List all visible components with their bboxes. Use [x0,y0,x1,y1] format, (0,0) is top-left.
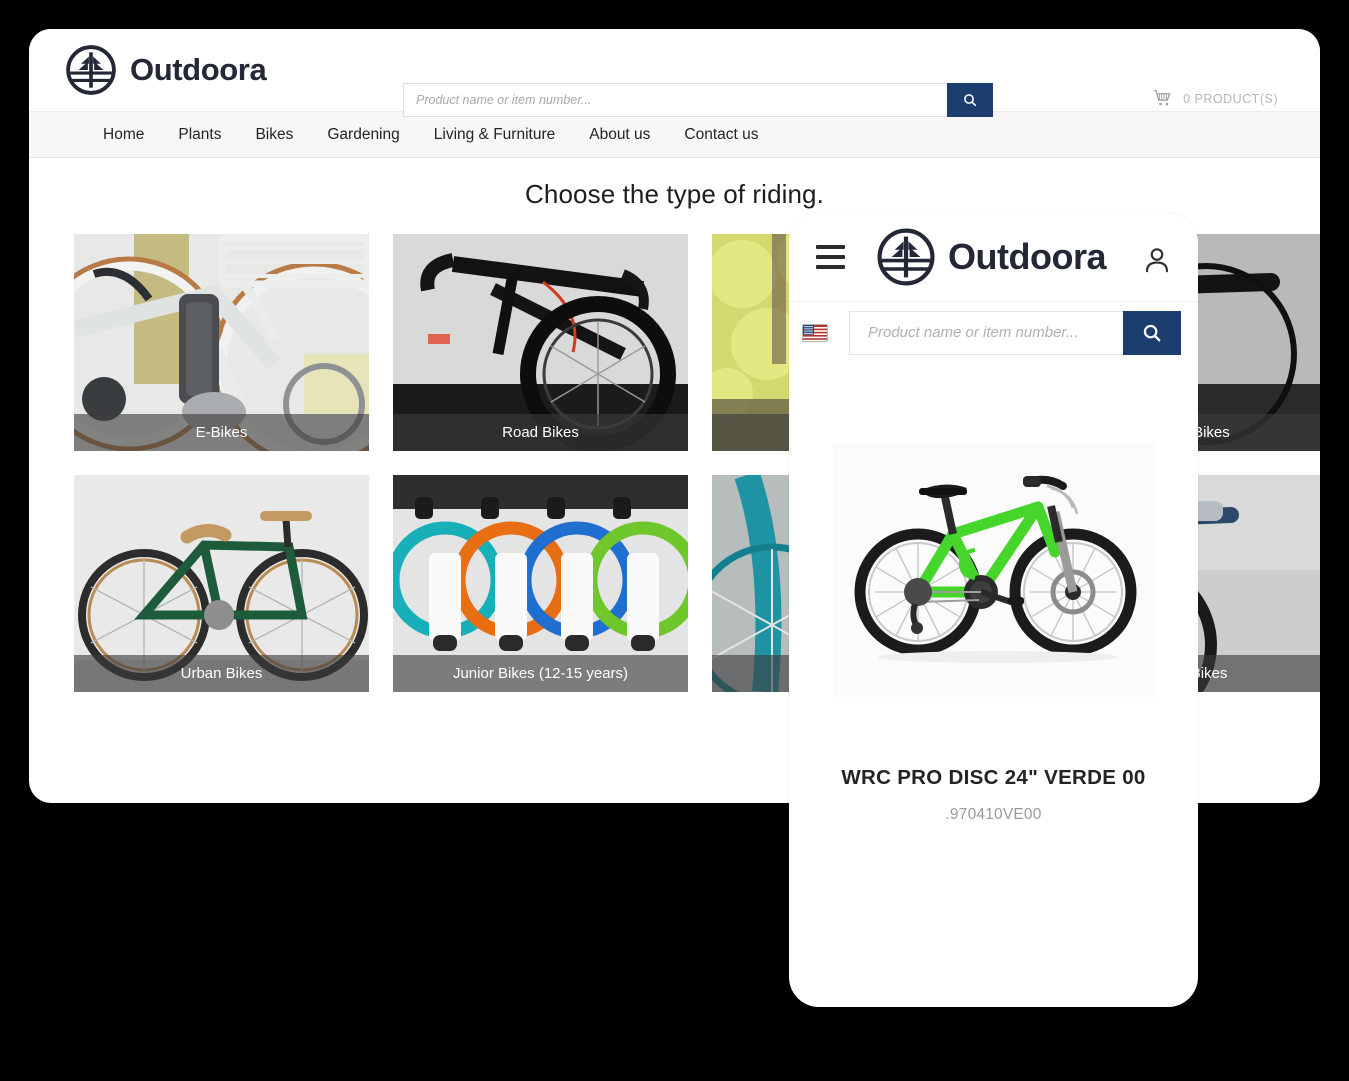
search-input[interactable] [849,310,1123,355]
outdoora-circle-tree-logo-icon [876,227,936,287]
nav-item-living-furniture[interactable]: Living & Furniture [434,126,555,144]
us-flag-icon[interactable] [802,323,828,342]
product-sku: .970410VE00 [945,806,1042,823]
search-button[interactable] [947,83,993,117]
category-card-e-bikes[interactable]: E-Bikes [74,234,369,451]
category-card-junior-bikes[interactable]: Junior Bikes (12-15 years) [393,475,688,692]
search-button[interactable] [1123,310,1181,355]
main-navigation: Home Plants Bikes Gardening Living & Fur… [29,111,1320,158]
user-account-icon[interactable] [1142,245,1172,275]
category-card-road-bikes[interactable]: Road Bikes [393,234,688,451]
nav-item-home[interactable]: Home [103,126,144,144]
category-card-urban-bikes[interactable]: Urban Bikes [74,475,369,692]
hamburger-menu-icon[interactable] [816,245,845,269]
desktop-header: Outdoora 0 PRODUCT(S) [29,29,1320,117]
cart-count-label: 0 PRODUCT(S) [1183,91,1278,106]
category-label: Junior Bikes (12-15 years) [393,655,688,692]
category-label: Road Bikes [393,414,688,451]
shopping-cart-icon [1153,89,1172,108]
nav-item-contact-us[interactable]: Contact us [684,126,758,144]
brand-logo-desktop[interactable]: Outdoora [65,44,267,96]
product-title: WRC PRO DISC 24" VERDE 00 [841,766,1146,789]
mobile-search-row [789,301,1198,363]
mobile-phone-preview: Outdoora Product name or item number... … [789,213,1198,1007]
nav-item-plants[interactable]: Plants [178,126,221,144]
product-image[interactable] [832,442,1155,697]
mobile-product-panel: WRC PRO DISC 24" VERDE 00 .970410VE00 [789,363,1198,824]
category-label: E-Bikes [74,414,369,451]
nav-item-about-us[interactable]: About us [589,126,650,144]
desktop-search-bar [403,83,993,117]
brand-name-desktop: Outdoora [130,52,267,87]
cart-summary[interactable]: 0 PRODUCT(S) [1153,89,1278,108]
mobile-search-bar [849,310,1181,355]
green-mountain-bike-photo [832,442,1155,697]
search-icon [1141,322,1163,344]
category-label: Urban Bikes [74,655,369,692]
search-icon [962,92,978,108]
nav-item-gardening[interactable]: Gardening [327,126,399,144]
search-input[interactable] [403,83,947,117]
nav-item-bikes[interactable]: Bikes [255,126,293,144]
brand-name-mobile: Outdoora [948,236,1106,277]
mobile-header: Outdoora [789,213,1198,301]
brand-logo-mobile[interactable]: Outdoora [876,227,1106,287]
outdoora-circle-tree-logo-icon [65,44,117,96]
